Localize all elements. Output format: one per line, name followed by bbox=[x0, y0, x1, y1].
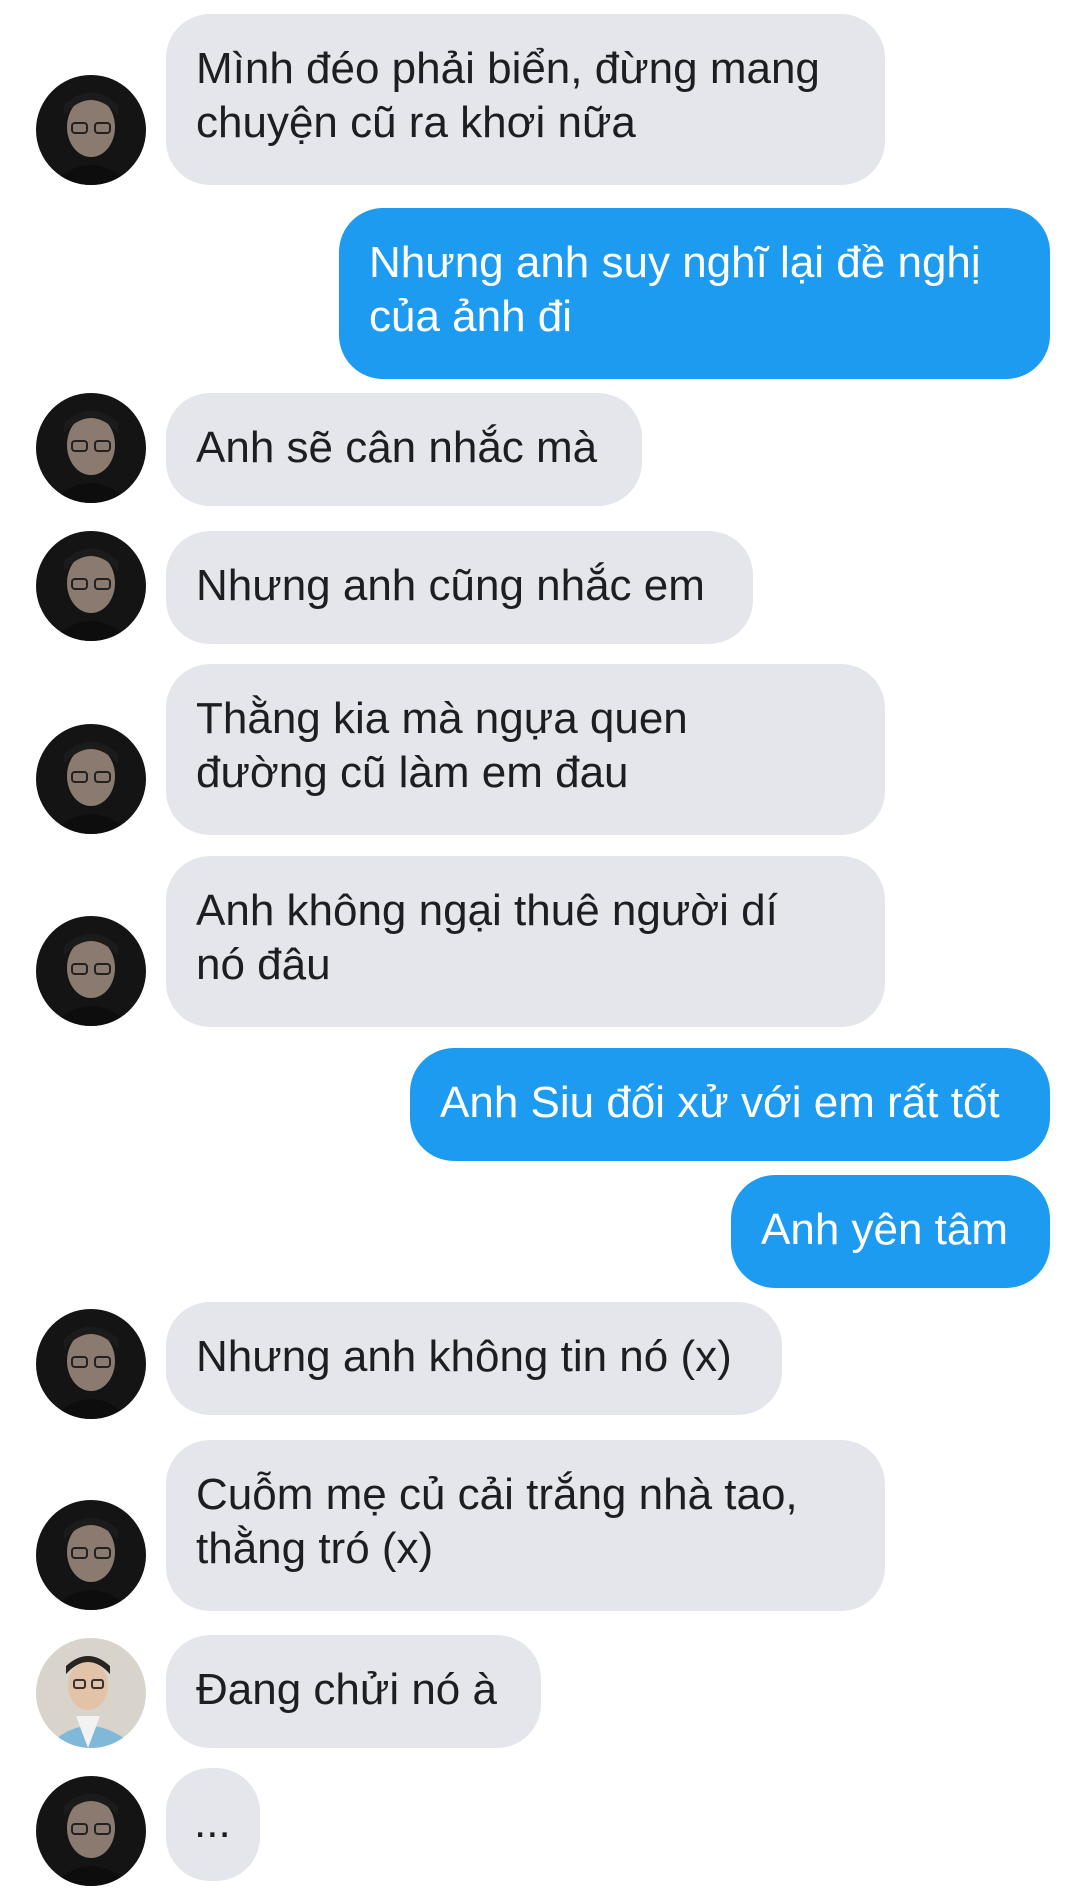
contact-avatar[interactable] bbox=[36, 1500, 146, 1610]
incoming-message-bubble[interactable]: Cuỗm mẹ củ cải trắng nhà tao, thằng tró … bbox=[166, 1440, 885, 1611]
contact-avatar-blue-outfit[interactable] bbox=[36, 1638, 146, 1748]
incoming-message-bubble[interactable]: Anh sẽ cân nhắc mà bbox=[166, 393, 642, 506]
incoming-message-bubble[interactable]: Nhưng anh không tin nó (x) bbox=[166, 1302, 782, 1415]
incoming-message-bubble[interactable]: Anh không ngại thuê người dí nó đâu bbox=[166, 856, 885, 1027]
message-thread: Mình đéo phải biển, đừng mang chuyện cũ … bbox=[0, 0, 1080, 1893]
contact-avatar[interactable] bbox=[36, 393, 146, 503]
outgoing-message-bubble[interactable]: Anh Siu đối xử với em rất tốt bbox=[410, 1048, 1050, 1161]
contact-avatar[interactable] bbox=[36, 1776, 146, 1886]
typing-message-bubble[interactable]: ... bbox=[166, 1768, 260, 1881]
contact-avatar[interactable] bbox=[36, 1309, 146, 1419]
outgoing-message-bubble[interactable]: Anh yên tâm bbox=[731, 1175, 1050, 1288]
incoming-message-bubble[interactable]: Thằng kia mà ngựa quen đường cũ làm em đ… bbox=[166, 664, 885, 835]
contact-avatar[interactable] bbox=[36, 75, 146, 185]
contact-avatar[interactable] bbox=[36, 916, 146, 1026]
incoming-message-bubble[interactable]: Mình đéo phải biển, đừng mang chuyện cũ … bbox=[166, 14, 885, 185]
contact-avatar[interactable] bbox=[36, 724, 146, 834]
incoming-message-bubble[interactable]: Đang chửi nó à bbox=[166, 1635, 541, 1748]
outgoing-message-bubble[interactable]: Nhưng anh suy nghĩ lại đề nghị của ảnh đ… bbox=[339, 208, 1050, 379]
incoming-message-bubble[interactable]: Nhưng anh cũng nhắc em bbox=[166, 531, 753, 644]
contact-avatar[interactable] bbox=[36, 531, 146, 641]
